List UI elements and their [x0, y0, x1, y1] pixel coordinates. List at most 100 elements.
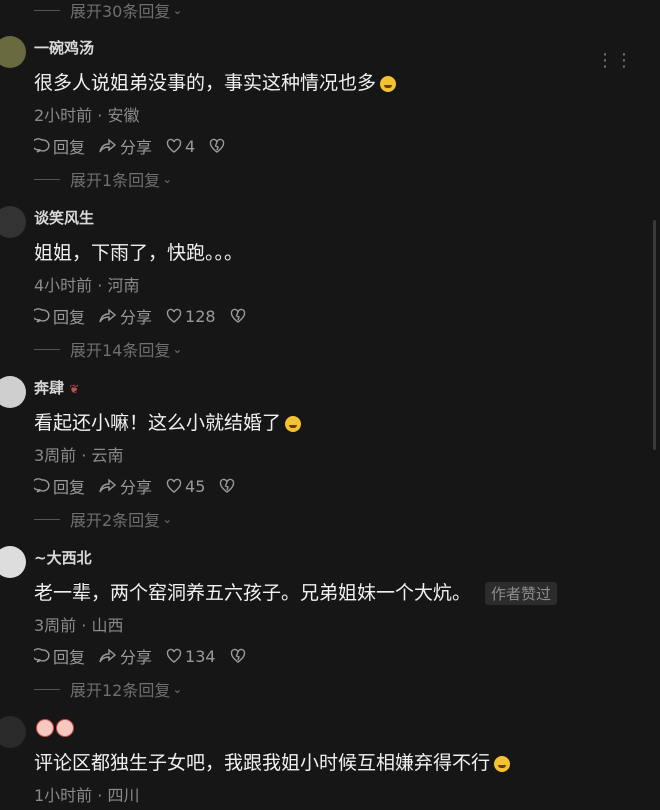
share-label: 分享 [120, 308, 153, 327]
expand-label: 展开14条回复 [70, 341, 171, 360]
share-button[interactable]: 分享 [99, 134, 152, 158]
tongue-emoji-icon [494, 755, 511, 772]
heart-icon [166, 138, 182, 153]
comment-text-content: 老一辈，两个窑洞养五六孩子。兄弟姐妹一个大炕。 [34, 582, 472, 604]
expand-label: 展开30条回复 [70, 2, 171, 21]
comment-meta: 2小时前 · 安徽 [34, 106, 140, 125]
divider [34, 348, 60, 350]
like-count: 128 [185, 306, 216, 326]
reply-button[interactable]: 回复 [34, 644, 85, 668]
share-label: 分享 [120, 138, 153, 157]
more-dots-icon[interactable]: ⋮⋮ [596, 50, 634, 71]
author-liked-badge: 作者赞过 [485, 582, 558, 605]
speech-bubble-icon [34, 478, 50, 493]
like-button[interactable]: 128 [166, 307, 216, 326]
divider [34, 9, 60, 11]
reply-label: 回复 [53, 648, 86, 667]
scrollbar[interactable] [653, 220, 656, 450]
expand-label: 展开12条回复 [70, 681, 171, 700]
expand-replies[interactable]: 展开30条回复 ⌄ [34, 0, 182, 21]
reply-button[interactable]: 回复 [34, 304, 85, 328]
comment-meta: 3周前 · 云南 [34, 446, 124, 465]
divider [34, 178, 60, 180]
like-count: 4 [185, 136, 196, 156]
reply-button[interactable]: 回复 [34, 134, 85, 158]
divider [34, 518, 60, 520]
username[interactable]: 一碗鸡汤 [34, 37, 94, 58]
laugh-cry-emoji-icon [285, 415, 302, 432]
expand-label: 展开1条回复 [70, 171, 161, 190]
expand-replies[interactable]: 展开14条回复 ⌄ [34, 338, 182, 360]
share-arrow-icon [99, 138, 117, 153]
broken-heart-icon [230, 308, 245, 323]
comment-text-content: 看起还小嘛！这么小就结婚了 [34, 412, 282, 434]
dislike-button[interactable] [219, 478, 238, 494]
share-arrow-icon [99, 648, 117, 663]
comment-text: 评论区都独生子女吧，我跟我姐小时候互相嫌弃得不行 [34, 748, 511, 775]
like-count: 45 [185, 476, 206, 496]
comment-text: 很多人说姐弟没事的，事实这种情况也多 [34, 68, 397, 95]
broken-heart-icon [230, 648, 245, 663]
heart-icon [166, 648, 182, 663]
like-count: 134 [185, 646, 216, 666]
speech-bubble-icon [34, 308, 50, 323]
comment-meta: 1小时前 · 四川 [34, 786, 140, 805]
like-button[interactable]: 45 [166, 477, 205, 496]
laugh-cry-emoji-icon [380, 75, 397, 92]
chevron-down-icon: ⌄ [162, 512, 173, 526]
dislike-button[interactable] [209, 138, 228, 154]
username[interactable]: 奔肆 ❦ [34, 377, 79, 398]
heart-icon [166, 308, 182, 323]
like-button[interactable]: 134 [166, 647, 216, 666]
comment-actions: 回复 分享 4 [34, 134, 242, 158]
face-emoji-icon [56, 719, 74, 737]
divider [34, 688, 60, 690]
comment-meta: 4小时前 · 河南 [34, 276, 140, 295]
dislike-button[interactable] [230, 648, 249, 664]
avatar[interactable] [0, 546, 26, 578]
username-label: 奔肆 [34, 379, 65, 397]
comment-text: 老一辈，两个窑洞养五六孩子。兄弟姐妹一个大炕。 作者赞过 [34, 578, 558, 605]
avatar[interactable] [0, 206, 26, 238]
avatar[interactable] [0, 716, 26, 748]
like-button[interactable]: 4 [166, 137, 195, 156]
dislike-button[interactable] [230, 308, 249, 324]
expand-replies[interactable]: 展开1条回复 ⌄ [34, 168, 172, 190]
chevron-down-icon: ⌄ [172, 342, 183, 356]
avatar[interactable] [0, 376, 26, 408]
face-emoji-icon [36, 719, 54, 737]
reply-label: 回复 [53, 138, 86, 157]
chevron-down-icon: ⌄ [172, 3, 183, 17]
comment-text-content: 评论区都独生子女吧，我跟我姐小时候互相嫌弃得不行 [34, 752, 491, 774]
comment-actions: 回复 分享 45 [34, 474, 252, 498]
share-button[interactable]: 分享 [99, 644, 152, 668]
share-arrow-icon [99, 478, 117, 493]
broken-heart-icon [210, 138, 225, 153]
comment-text: 姐姐，下雨了，快跑。。。 [34, 242, 244, 264]
expand-label: 展开2条回复 [70, 511, 161, 530]
share-label: 分享 [120, 478, 153, 497]
expand-replies[interactable]: 展开12条回复 ⌄ [34, 678, 182, 700]
share-label: 分享 [120, 648, 153, 667]
chevron-down-icon: ⌄ [172, 682, 183, 696]
speech-bubble-icon [34, 138, 50, 153]
comment-meta: 3周前 · 山西 [34, 616, 124, 635]
paw-badge-icon: ❦ [69, 382, 80, 396]
broken-heart-icon [220, 478, 235, 493]
avatar[interactable] [0, 36, 26, 68]
share-button[interactable]: 分享 [99, 304, 152, 328]
username[interactable]: ~大西北 [34, 547, 92, 568]
reply-label: 回复 [53, 478, 86, 497]
share-arrow-icon [99, 308, 117, 323]
comment-actions: 回复 分享 128 [34, 304, 263, 328]
share-button[interactable]: 分享 [99, 474, 152, 498]
comment-text-content: 很多人说姐弟没事的，事实这种情况也多 [34, 72, 377, 94]
reply-button[interactable]: 回复 [34, 474, 85, 498]
chevron-down-icon: ⌄ [162, 172, 173, 186]
comment-actions: 回复 分享 134 [34, 644, 263, 668]
comment-text: 看起还小嘛！这么小就结婚了 [34, 408, 302, 435]
username[interactable]: 谈笑风生 [34, 207, 94, 228]
expand-replies[interactable]: 展开2条回复 ⌄ [34, 508, 172, 530]
heart-icon [166, 478, 182, 493]
speech-bubble-icon [34, 648, 50, 663]
